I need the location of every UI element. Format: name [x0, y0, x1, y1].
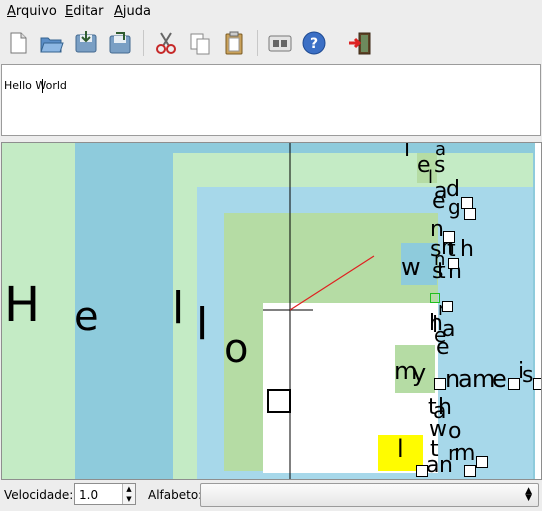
- paste-button[interactable]: [220, 29, 248, 57]
- alphabet-combobox[interactable]: ▲ ▼: [200, 483, 539, 507]
- paste-icon: [225, 31, 243, 55]
- menu-ajuda[interactable]: Ajuda: [114, 4, 151, 19]
- spin-up-icon[interactable]: ▲: [123, 484, 135, 494]
- toolbar: ?: [0, 24, 542, 62]
- save-as-icon: [109, 32, 131, 54]
- cut-icon: [156, 32, 176, 54]
- toolbar-separator: [143, 30, 144, 56]
- status-bar: Velocidade: 1.0 ▲ ▼ Alfabeto: ▲ ▼: [0, 480, 542, 511]
- quit-button[interactable]: [346, 29, 374, 57]
- help-button[interactable]: ?: [300, 29, 328, 57]
- menu-editar[interactable]: Editar: [65, 4, 104, 19]
- cut-button[interactable]: [152, 29, 180, 57]
- menu-arquivo-mnemonic: A: [7, 4, 16, 19]
- menu-arquivo[interactable]: Arquivo: [7, 4, 57, 19]
- speed-spinbutton[interactable]: 1.0 ▲ ▼: [74, 483, 136, 505]
- spin-down-icon[interactable]: ▼: [123, 494, 135, 504]
- combo-arrows-icon: ▲ ▼: [525, 486, 532, 503]
- text-editor[interactable]: Hello World: [1, 64, 541, 136]
- toolbar-separator: [257, 30, 258, 56]
- alphabet-label: Alfabeto:: [148, 488, 203, 502]
- help-icon: ?: [302, 31, 326, 55]
- speed-value: 1.0: [79, 488, 99, 502]
- menu-bar: Arquivo Editar Ajuda: [0, 0, 542, 24]
- menu-ajuda-label: juda: [122, 4, 151, 19]
- editor-text: Hello World: [4, 79, 67, 92]
- copy-icon: [190, 33, 210, 55]
- svg-text:?: ?: [310, 36, 318, 52]
- preferences-icon: [268, 35, 292, 52]
- menu-editar-mnemonic: E: [65, 4, 74, 19]
- quit-icon: [349, 32, 371, 55]
- open-folder-icon: [40, 37, 64, 53]
- speed-label: Velocidade:: [4, 488, 74, 502]
- dasher-canvas[interactable]: H e l l o l a e s l a d e n g n s n t h …: [1, 142, 542, 480]
- speed-spin-buttons: ▲ ▼: [122, 484, 135, 504]
- pointer-line: [289, 255, 375, 311]
- menu-editar-label: ditar: [73, 4, 104, 19]
- copy-button[interactable]: [186, 29, 214, 57]
- menu-ajuda-mnemonic: A: [114, 4, 123, 19]
- new-file-button[interactable]: [4, 29, 32, 57]
- text-caret: [42, 79, 43, 93]
- save-icon: [75, 31, 97, 53]
- new-file-icon: [10, 32, 27, 54]
- save-button[interactable]: [72, 29, 100, 57]
- save-as-button[interactable]: [106, 29, 134, 57]
- preferences-button[interactable]: [266, 29, 294, 57]
- menu-arquivo-label: rquivo: [15, 4, 57, 19]
- open-button[interactable]: [38, 29, 66, 57]
- crosshair-overlay: [263, 143, 375, 479]
